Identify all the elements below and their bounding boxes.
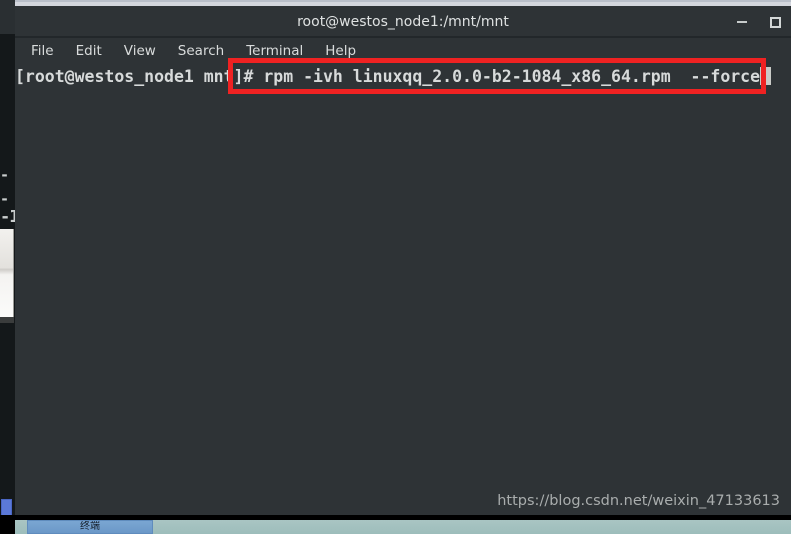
- taskbar: 终端: [0, 515, 791, 534]
- background-window-top-edge: [0, 0, 15, 34]
- screen-root: - - -1 root@westos_node1:/mnt/mnt File E…: [0, 0, 791, 534]
- minimize-icon: [737, 21, 747, 23]
- desktop-top-strip-accent: [15, 0, 791, 2]
- terminal-prompt: [root@westos_node1 mnt]#: [15, 67, 264, 86]
- menubar: File Edit View Search Terminal Help: [15, 38, 791, 63]
- minimize-button[interactable]: [734, 14, 750, 30]
- background-text-fragment-3: -1: [0, 210, 15, 225]
- watermark-text: https://blog.csdn.net/weixin_47133613: [497, 493, 780, 509]
- menu-item-view[interactable]: View: [124, 43, 167, 59]
- background-window-fragment[interactable]: [0, 229, 14, 532]
- terminal-window: root@westos_node1:/mnt/mnt File Edit Vie…: [15, 6, 791, 515]
- terminal-cursor: [760, 67, 772, 85]
- taskbar-left-edge: [0, 515, 15, 534]
- background-text-fragment-1: -: [0, 168, 9, 183]
- menu-item-help[interactable]: Help: [325, 43, 367, 59]
- taskbar-task-button[interactable]: 终端: [27, 520, 153, 534]
- menu-item-search[interactable]: Search: [178, 43, 235, 59]
- terminal-command-line: [root@westos_node1 mnt]# rpm -ivh linuxq…: [15, 66, 772, 88]
- window-title: root@westos_node1:/mnt/mnt: [297, 14, 509, 30]
- background-text-fragment-2: -: [0, 192, 9, 207]
- maximize-icon: [769, 16, 781, 28]
- maximize-button[interactable]: [767, 14, 783, 30]
- menu-item-edit[interactable]: Edit: [76, 43, 113, 59]
- terminal-command: rpm -ivh linuxqq_2.0.0-b2-1084_x86_64.rp…: [263, 67, 761, 86]
- window-titlebar[interactable]: root@westos_node1:/mnt/mnt: [15, 6, 791, 38]
- terminal-output-area[interactable]: [root@westos_node1 mnt]# rpm -ivh linuxq…: [15, 63, 791, 515]
- background-window-shadow: [0, 317, 14, 323]
- menu-item-terminal[interactable]: Terminal: [246, 43, 314, 59]
- window-controls: [734, 6, 783, 38]
- menu-item-file[interactable]: File: [31, 43, 65, 59]
